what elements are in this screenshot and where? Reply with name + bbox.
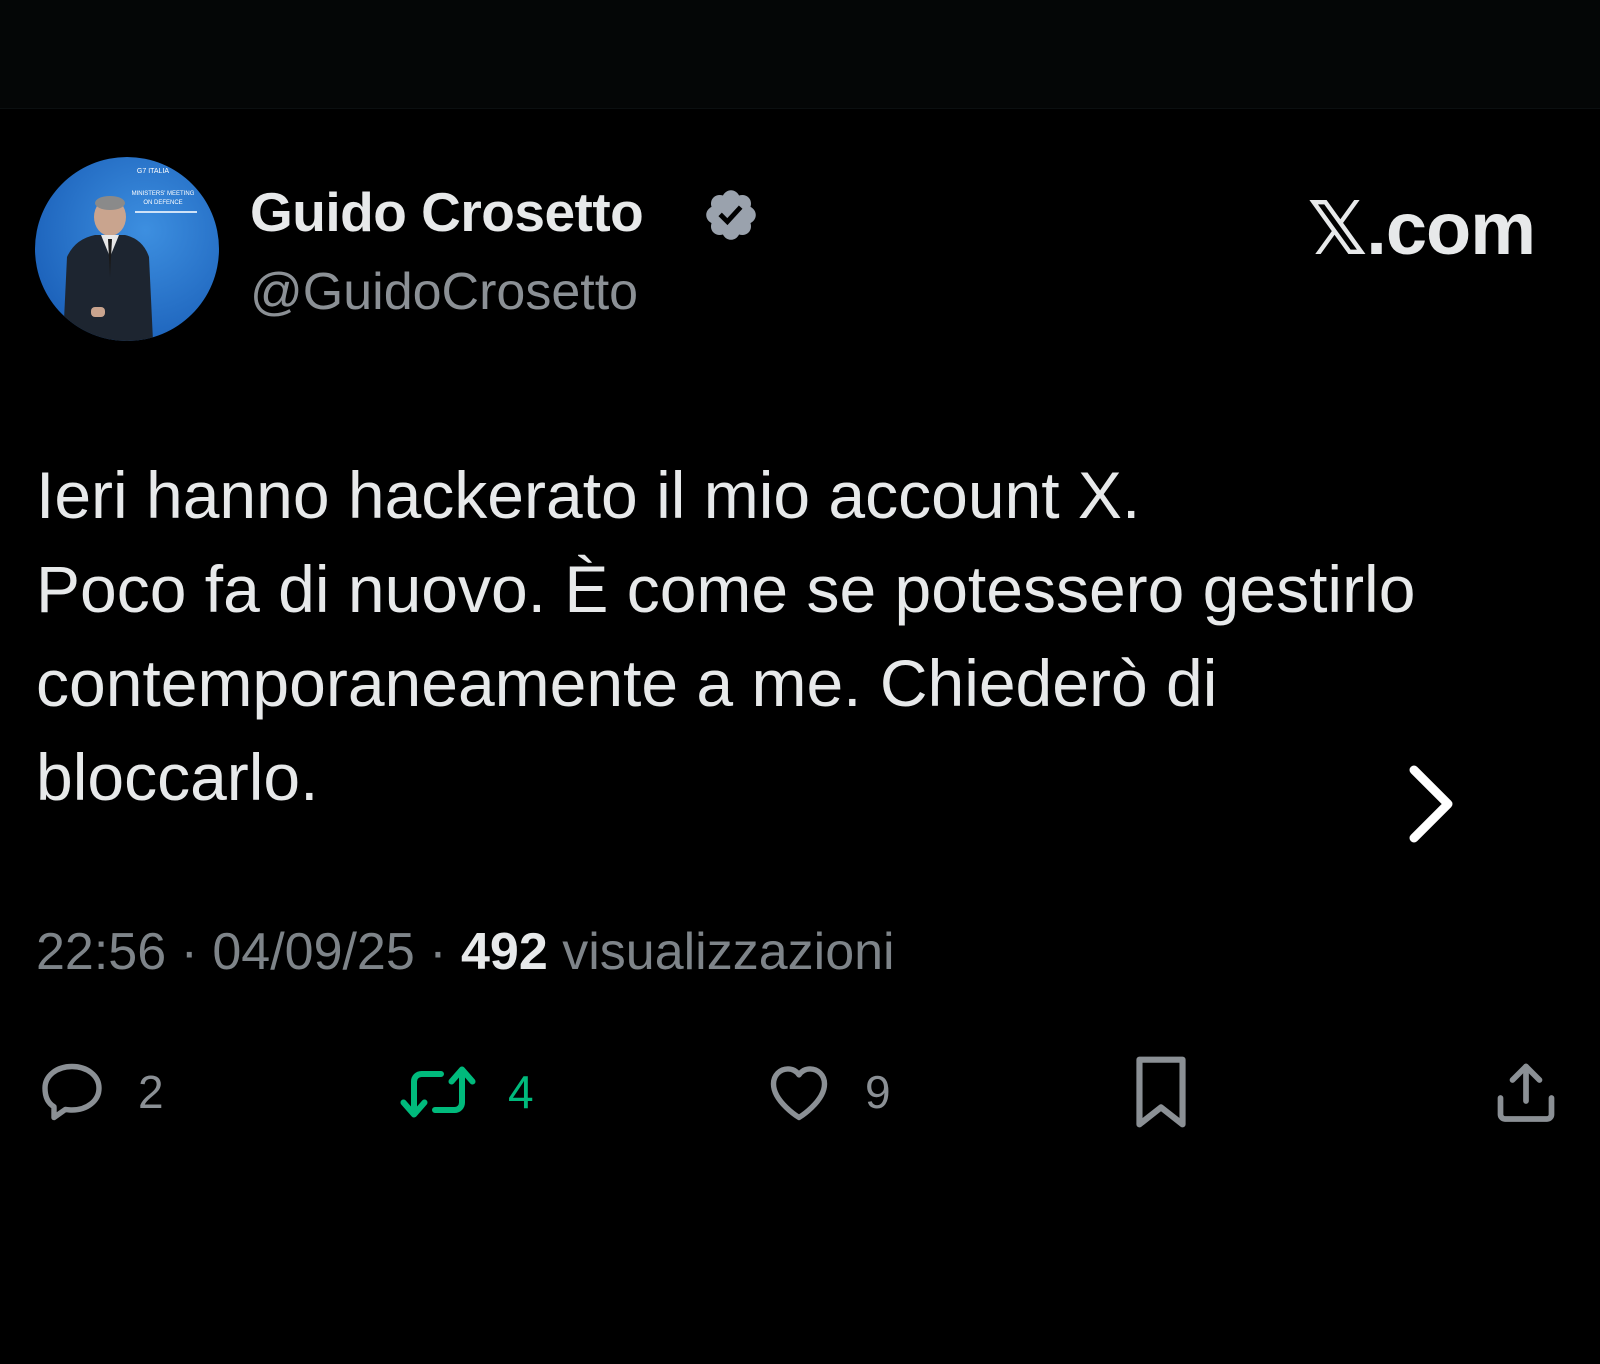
tweet-time[interactable]: 22:56 (36, 923, 166, 981)
views-label: visualizzazioni (562, 923, 895, 981)
retweet-icon (400, 1066, 476, 1118)
x-com-logo: 𝕏.com (1307, 187, 1536, 270)
like-button[interactable]: 9 (763, 1056, 891, 1128)
tweet-text: Ieri hanno hackerato il mio account X. P… (36, 458, 1416, 814)
avatar[interactable]: G7 ITALIA MINISTERS' MEETING ON DEFENCE (35, 157, 219, 341)
reply-icon (42, 1063, 102, 1121)
views-count: 492 (461, 923, 548, 981)
avatar-banner-line-1: G7 ITALIA (137, 168, 169, 175)
retweet-button[interactable]: 4 (398, 1056, 534, 1128)
like-count: 9 (865, 1066, 891, 1118)
meta-separator: · (166, 923, 213, 981)
share-button[interactable] (1490, 1056, 1562, 1128)
bookmark-icon (1136, 1056, 1186, 1128)
tweet-meta: 22:56 · 04/09/25 · 492 visualizzazioni (36, 922, 895, 982)
reply-button[interactable]: 2 (36, 1056, 164, 1128)
avatar-image: G7 ITALIA MINISTERS' MEETING ON DEFENCE (35, 157, 219, 341)
chevron-right-icon[interactable] (1404, 762, 1460, 846)
avatar-banner-line-3: ON DEFENCE (143, 200, 182, 206)
display-name[interactable]: Guido Crosetto (250, 180, 644, 244)
meta-separator: · (414, 923, 461, 981)
avatar-banner-line-2: MINISTERS' MEETING (132, 191, 195, 197)
share-icon (1497, 1063, 1555, 1122)
heart-icon (770, 1066, 828, 1121)
bookmark-button[interactable] (1130, 1056, 1192, 1128)
handle[interactable]: @GuidoCrosetto (250, 262, 638, 322)
tweet-date[interactable]: 04/09/25 (212, 923, 414, 981)
reply-count: 2 (138, 1066, 164, 1118)
retweet-count: 4 (508, 1066, 534, 1118)
top-status-band (0, 0, 1600, 109)
verified-badge-icon (706, 190, 756, 240)
